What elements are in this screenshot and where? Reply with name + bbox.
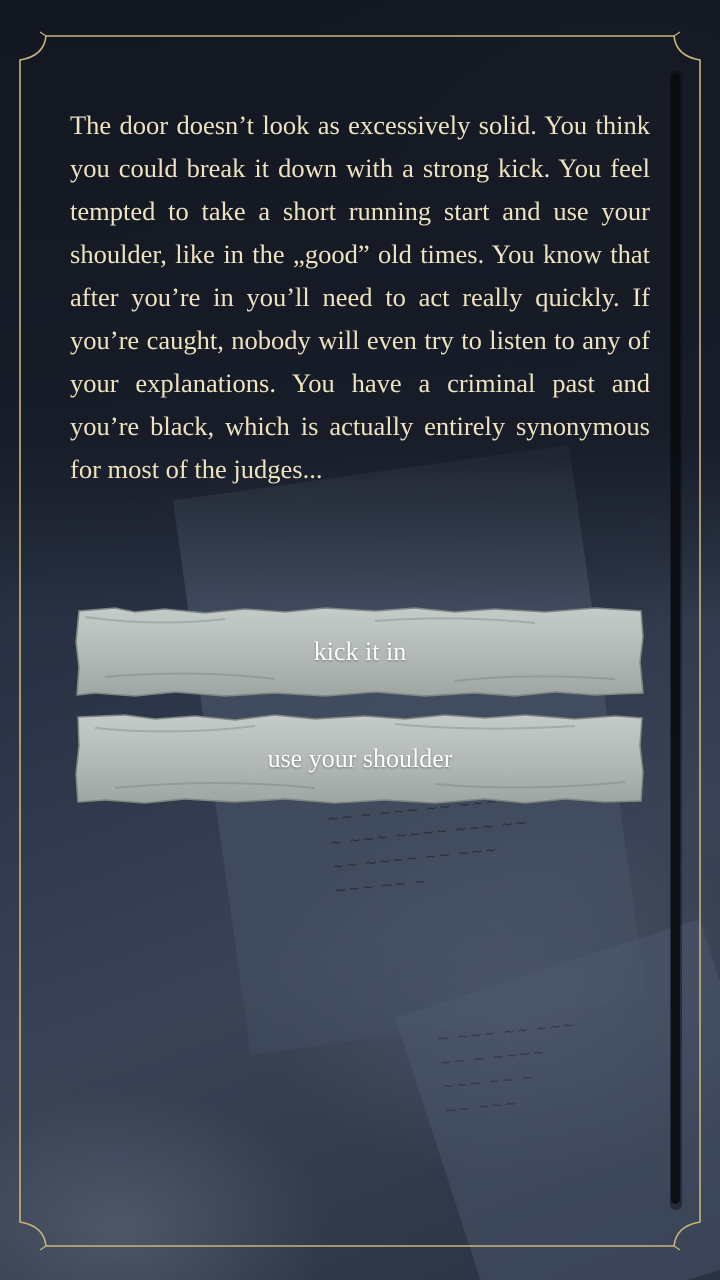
choice-button-kick[interactable]: kick it in (75, 607, 645, 697)
scrollbar-thumb[interactable] (671, 74, 680, 1204)
game-screen: ~~ ~ ~~~ ~~ ~~~~ ~ ~~~ ~~~~ ~~~ ~~ ~~ ~~~~… (0, 0, 720, 1280)
choice-button-shoulder[interactable]: use your shoulder (75, 714, 645, 804)
story-text: The door doesn’t look as excessively sol… (70, 110, 650, 484)
choice-label: kick it in (313, 637, 407, 666)
choice-label: use your shoulder (267, 744, 453, 773)
